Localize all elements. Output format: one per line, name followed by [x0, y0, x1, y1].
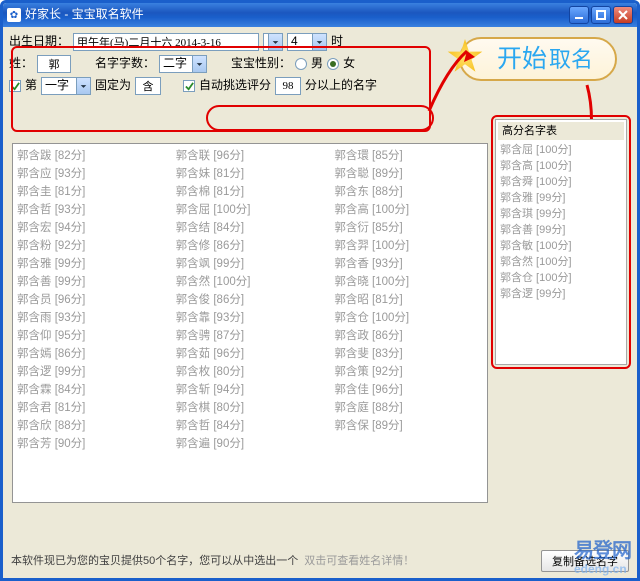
fix-checkbox[interactable]	[9, 80, 21, 92]
result-item[interactable]: 郭含仰 [95分]	[17, 327, 166, 345]
result-item[interactable]: 郭含衍 [85分]	[334, 219, 483, 237]
fix-as-label: 固定为	[95, 78, 131, 94]
auto-score-input[interactable]	[275, 77, 301, 95]
result-item[interactable]: 郭含哲 [84分]	[176, 417, 325, 435]
status-hint2: 双击可查看姓名详情！	[304, 554, 414, 568]
result-item[interactable]: 郭含聪 [89分]	[334, 165, 483, 183]
result-item[interactable]: 郭含结 [84分]	[176, 219, 325, 237]
result-item[interactable]: 郭含昭 [81分]	[334, 291, 483, 309]
status-hint: 本软件现已为您的宝贝提供50个名字，您可以从中选出一个	[11, 554, 298, 568]
result-item[interactable]: 郭含雨 [93分]	[17, 309, 166, 327]
status-bar: 本软件现已为您的宝贝提供50个名字，您可以从中选出一个 双击可查看姓名详情！ 复…	[11, 550, 629, 572]
result-item[interactable]: 郭含遍 [90分]	[176, 435, 325, 453]
highscore-item[interactable]: 郭含然 [100分]	[500, 254, 622, 270]
result-item[interactable]: 郭含圭 [81分]	[17, 183, 166, 201]
result-item[interactable]: 郭含跋 [82分]	[17, 147, 166, 165]
gender-male-label: 男	[311, 56, 323, 72]
result-item[interactable]: 郭含霖 [84分]	[17, 381, 166, 399]
result-item[interactable]: 郭含斐 [83分]	[334, 345, 483, 363]
result-item[interactable]: 郭含佳 [96分]	[334, 381, 483, 399]
result-item[interactable]: 郭含茹 [96分]	[176, 345, 325, 363]
highscore-title: 高分名字表	[498, 122, 624, 140]
result-item[interactable]: 郭含保 [89分]	[334, 417, 483, 435]
result-item[interactable]: 郭含枚 [80分]	[176, 363, 325, 381]
result-item[interactable]: 郭含然 [100分]	[176, 273, 325, 291]
result-item[interactable]: 郭含政 [86分]	[334, 327, 483, 345]
result-item[interactable]: 郭含棉 [81分]	[176, 183, 325, 201]
result-item[interactable]: 郭含羿 [100分]	[334, 237, 483, 255]
name-len-dropdown[interactable]: 二字	[159, 55, 207, 73]
result-item[interactable]: 郭含粉 [92分]	[17, 237, 166, 255]
surname-label: 姓：	[9, 56, 33, 72]
result-item[interactable]: 郭含靠 [93分]	[176, 309, 325, 327]
result-item[interactable]: 郭含仓 [100分]	[334, 309, 483, 327]
highscore-item[interactable]: 郭含敏 [100分]	[500, 238, 622, 254]
highscore-item[interactable]: 郭含善 [99分]	[500, 222, 622, 238]
gender-label: 宝宝性别：	[231, 56, 291, 72]
titlebar: ✿ 好家长 - 宝宝取名软件	[3, 3, 637, 27]
result-item[interactable]: 郭含君 [81分]	[17, 399, 166, 417]
result-item[interactable]: 郭含晓 [100分]	[334, 273, 483, 291]
birth-cal-dropdown[interactable]	[263, 33, 283, 51]
result-item[interactable]: 郭含飒 [99分]	[176, 255, 325, 273]
result-item[interactable]: 郭含善 [99分]	[17, 273, 166, 291]
result-item[interactable]: 郭含高 [100分]	[334, 201, 483, 219]
gender-female-radio[interactable]	[327, 58, 339, 70]
highscore-item[interactable]: 郭含高 [100分]	[500, 158, 622, 174]
result-item[interactable]: 郭含俊 [86分]	[176, 291, 325, 309]
result-item[interactable]: 郭含屈 [100分]	[176, 201, 325, 219]
result-item[interactable]: 郭含联 [96分]	[176, 147, 325, 165]
auto-checkbox[interactable]	[183, 80, 195, 92]
result-item[interactable]: 郭含斩 [94分]	[176, 381, 325, 399]
highscore-item[interactable]: 郭含屈 [100分]	[500, 142, 622, 158]
close-button[interactable]	[613, 6, 633, 24]
result-item[interactable]: 郭含欣 [88分]	[17, 417, 166, 435]
result-item[interactable]: 郭含东 [88分]	[334, 183, 483, 201]
watermark: 易登网 edeng.cn	[574, 538, 631, 574]
gender-female-label: 女	[343, 56, 355, 72]
result-item[interactable]: 郭含修 [86分]	[176, 237, 325, 255]
window-title: 好家长 - 宝宝取名软件	[25, 7, 144, 23]
birth-date-input[interactable]	[73, 33, 259, 51]
hour-unit: 时	[331, 34, 343, 50]
fix-lead: 第	[25, 78, 37, 94]
result-item[interactable]: 郭含骋 [87分]	[176, 327, 325, 345]
result-item[interactable]: 郭含宏 [94分]	[17, 219, 166, 237]
results-listbox[interactable]: 郭含跋 [82分] 郭含联 [96分] 郭含環 [85分] 郭含应 [93分] 郭含妹 …	[12, 143, 488, 503]
result-item[interactable]: 郭含棋 [80分]	[176, 399, 325, 417]
result-item[interactable]: 郭含環 [85分]	[334, 147, 483, 165]
highscore-item[interactable]: 郭含舜 [100分]	[500, 174, 622, 190]
result-item[interactable]	[334, 435, 483, 453]
start-button[interactable]: 开始取名	[447, 35, 629, 83]
surname-input[interactable]	[37, 55, 71, 73]
fix-pos-dropdown[interactable]: 一字	[41, 77, 91, 95]
auto-label: 自动挑选评分	[199, 78, 271, 94]
result-item[interactable]: 郭含逻 [99分]	[17, 363, 166, 381]
highscore-item[interactable]: 郭含雅 [99分]	[500, 190, 622, 206]
highscore-item[interactable]: 郭含琪 [99分]	[500, 206, 622, 222]
result-item[interactable]: 郭含策 [92分]	[334, 363, 483, 381]
result-item[interactable]: 郭含妹 [81分]	[176, 165, 325, 183]
highscore-panel: 高分名字表 郭含屈 [100分]郭含高 [100分]郭含舜 [100分]郭含雅 …	[495, 119, 627, 365]
auto-tail: 分以上的名字	[305, 78, 377, 94]
result-item[interactable]: 郭含雅 [99分]	[17, 255, 166, 273]
fix-char-input[interactable]	[135, 77, 161, 95]
minimize-button[interactable]	[569, 6, 589, 24]
result-item[interactable]: 郭含庭 [88分]	[334, 399, 483, 417]
result-item[interactable]: 郭含芳 [90分]	[17, 435, 166, 453]
result-item[interactable]: 郭含香 [93分]	[334, 255, 483, 273]
maximize-button[interactable]	[591, 6, 611, 24]
name-len-label: 名字字数：	[95, 56, 155, 72]
hour-dropdown[interactable]: 4	[287, 33, 327, 51]
app-icon: ✿	[7, 8, 21, 22]
birth-label: 出生日期：	[9, 34, 69, 50]
highscore-list[interactable]: 郭含屈 [100分]郭含高 [100分]郭含舜 [100分]郭含雅 [99分]郭…	[498, 140, 624, 304]
gender-male-radio[interactable]	[295, 58, 307, 70]
highscore-item[interactable]: 郭含逻 [99分]	[500, 286, 622, 302]
result-item[interactable]: 郭含应 [93分]	[17, 165, 166, 183]
highscore-item[interactable]: 郭含仓 [100分]	[500, 270, 622, 286]
result-item[interactable]: 郭含嫣 [86分]	[17, 345, 166, 363]
result-item[interactable]: 郭含哲 [93分]	[17, 201, 166, 219]
result-item[interactable]: 郭含员 [96分]	[17, 291, 166, 309]
